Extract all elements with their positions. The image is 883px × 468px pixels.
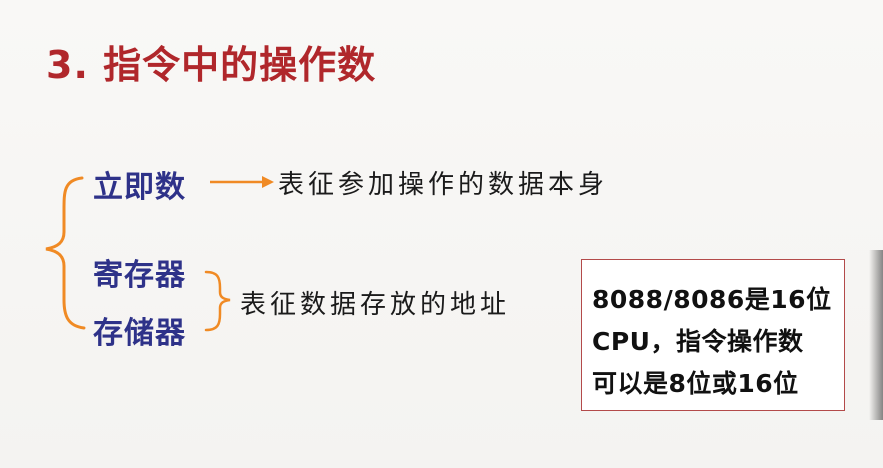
address-description: 表征数据存放的地址 [240,290,511,320]
note-line: 8088/8086是16位 [592,285,832,314]
presenter-edge-shadow [869,250,883,420]
left-curly-brace [45,176,86,330]
arrow-head [262,176,274,188]
operand-immediate: 立即数 [93,170,186,205]
operand-memory: 存储器 [93,316,186,351]
note-line: CPU，指令操作数 [592,327,804,356]
note-line: 可以是8位或16位 [592,369,799,398]
right-curly-brace [204,270,231,332]
slide: 3. 指令中的操作数 立即数 寄存器 存储器 表征参加操作的数据本身 表征数据存… [0,0,883,468]
note-box: 8088/8086是16位 CPU，指令操作数 可以是8位或16位 [581,259,845,411]
operand-register: 寄存器 [93,258,186,293]
immediate-description: 表征参加操作的数据本身 [278,170,609,200]
